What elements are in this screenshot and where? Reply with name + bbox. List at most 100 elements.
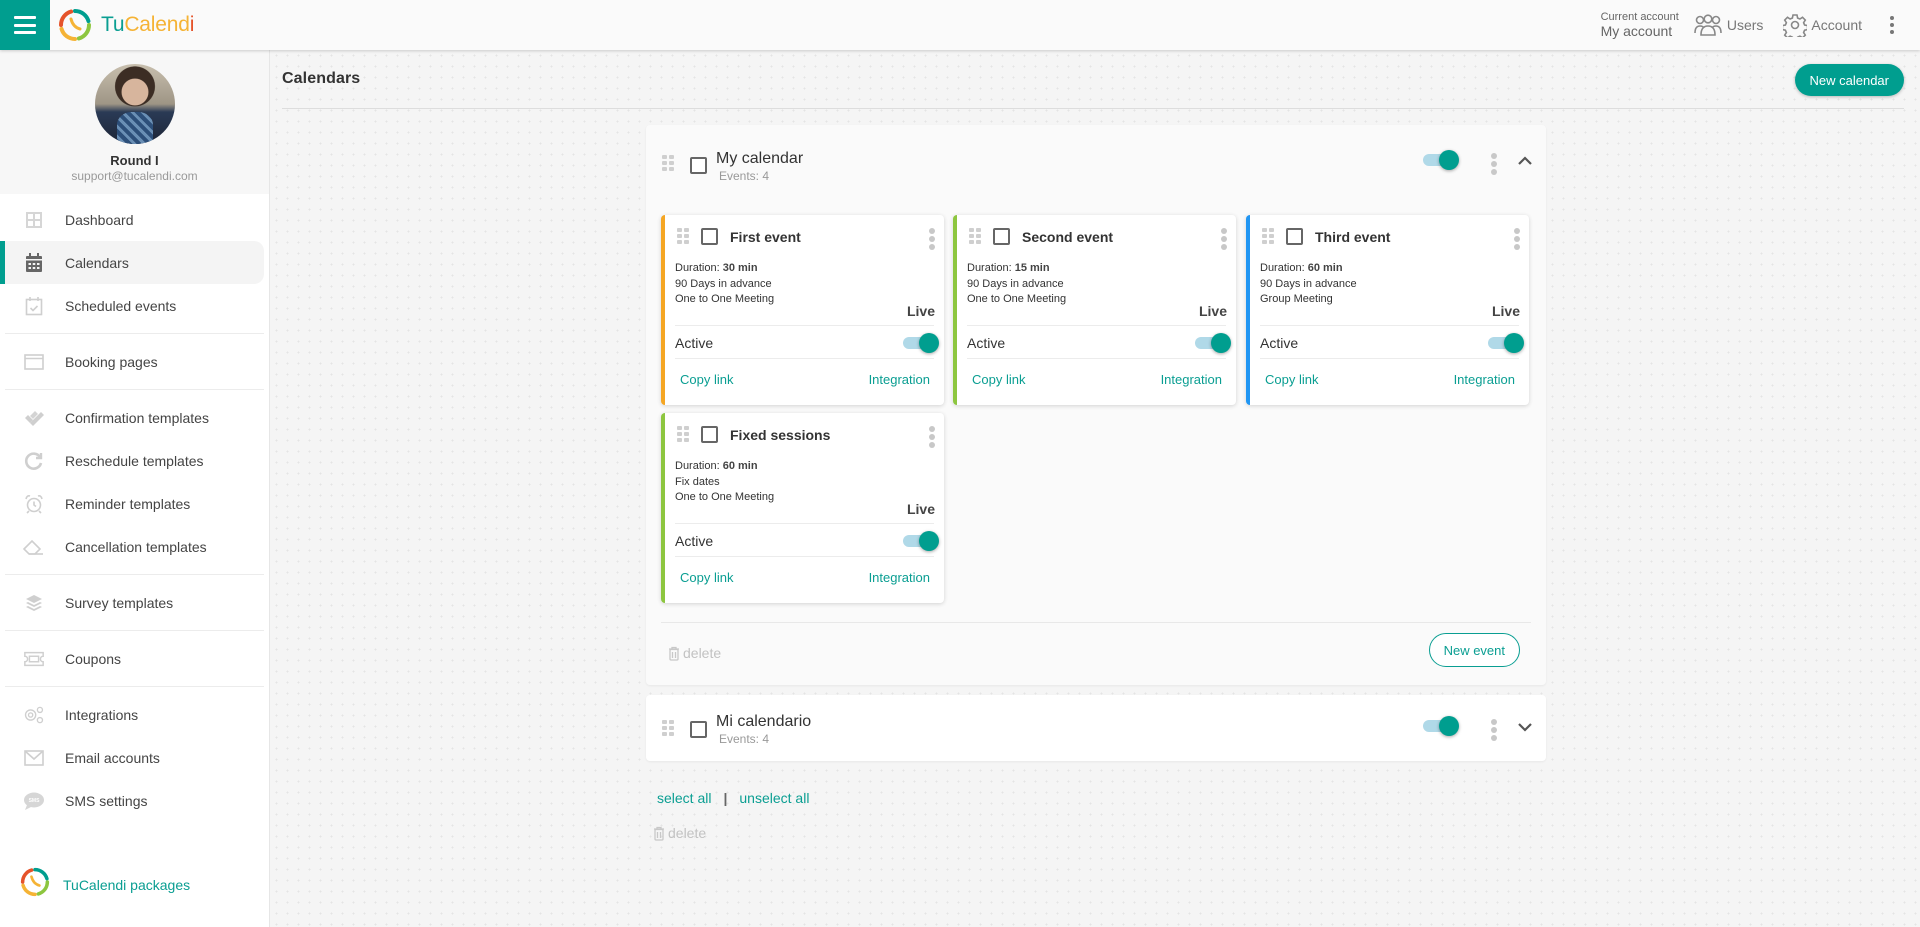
- copy-link-button[interactable]: Copy link: [972, 372, 1025, 387]
- drag-handle-icon[interactable]: [677, 426, 689, 442]
- users-link[interactable]: Users: [1693, 14, 1763, 36]
- avatar[interactable]: [94, 64, 175, 144]
- calendar-panel: Mi calendario Events: 4: [646, 695, 1546, 761]
- divider: [5, 389, 264, 390]
- menu-button[interactable]: [0, 0, 50, 50]
- event-details: Duration: 15 min 90 Days in advance One …: [967, 261, 1066, 308]
- copy-link-button[interactable]: Copy link: [1265, 372, 1318, 387]
- sidebar-item-dashboard[interactable]: Dashboard: [0, 198, 264, 241]
- calendar-events-count: Events: 4: [719, 732, 770, 746]
- bulk-selection-links: select all | unselect all: [657, 790, 809, 806]
- dashboard-icon: [23, 209, 45, 231]
- event-card: Third event Duration: 60 min 90 Days in …: [1246, 215, 1529, 405]
- brand-logo[interactable]: TuCalendi: [58, 8, 194, 42]
- chevron-down-icon[interactable]: [1517, 722, 1533, 732]
- bulk-delete-button[interactable]: delete: [653, 825, 706, 841]
- event-details: Duration: 60 min 90 Days in advance Grou…: [1260, 261, 1357, 308]
- event-options-button[interactable]: [927, 425, 937, 449]
- browser-window-icon: [23, 351, 45, 373]
- event-checkbox[interactable]: [993, 228, 1010, 245]
- sidebar-item-coupons[interactable]: Coupons: [0, 637, 264, 680]
- sidebar-item-label: Confirmation templates: [65, 409, 209, 426]
- sidebar-item-cancellation-templates[interactable]: Cancellation templates: [0, 525, 264, 568]
- current-account-selector[interactable]: Current account My account: [1600, 11, 1679, 39]
- current-account-label: Current account: [1600, 11, 1679, 23]
- drag-handle-icon[interactable]: [969, 228, 981, 244]
- calendar-enabled-toggle[interactable]: [1421, 715, 1459, 737]
- sidebar: Round I support@tucalendi.com Dashboard …: [0, 50, 270, 927]
- sidebar-item-calendars[interactable]: Calendars: [0, 241, 264, 284]
- sidebar-item-label: Booking pages: [65, 353, 158, 370]
- calendar-delete-button[interactable]: delete: [668, 645, 721, 661]
- event-advance: 90 Days in advance: [967, 277, 1064, 290]
- integration-link[interactable]: Integration: [1161, 372, 1222, 387]
- calendar-options-button[interactable]: [1489, 718, 1499, 742]
- calendar-enabled-toggle[interactable]: [1421, 149, 1459, 171]
- event-active-toggle[interactable]: [901, 332, 939, 354]
- integration-link[interactable]: Integration: [869, 372, 930, 387]
- sidebar-item-label: Dashboard: [65, 211, 134, 228]
- drag-handle-icon[interactable]: [1262, 228, 1274, 244]
- event-active-toggle[interactable]: [901, 530, 939, 552]
- sidebar-item-label: Calendars: [65, 254, 129, 271]
- new-calendar-button[interactable]: New calendar: [1794, 64, 1904, 96]
- copy-link-button[interactable]: Copy link: [680, 570, 733, 585]
- event-details: Duration: 30 min 90 Days in advance One …: [675, 261, 774, 308]
- sidebar-item-survey-templates[interactable]: Survey templates: [0, 581, 264, 624]
- tucalendi-packages-link[interactable]: TuCalendi packages: [0, 867, 190, 902]
- sidebar-item-label: Cancellation templates: [65, 538, 207, 555]
- event-checkbox[interactable]: [701, 426, 718, 443]
- sidebar-item-integrations[interactable]: Integrations: [0, 693, 264, 736]
- event-options-button[interactable]: [927, 227, 937, 251]
- packages-label: TuCalendi packages: [63, 876, 191, 893]
- sidebar-item-confirmation-templates[interactable]: Confirmation templates: [0, 396, 264, 439]
- integration-link[interactable]: Integration: [869, 570, 930, 585]
- drag-handle-icon[interactable]: [662, 720, 674, 736]
- event-active-toggle[interactable]: [1193, 332, 1231, 354]
- calendar-checkbox[interactable]: [690, 157, 707, 174]
- event-active-toggle[interactable]: [1486, 332, 1524, 354]
- event-type: One to One Meeting: [675, 293, 775, 305]
- calendar-checkbox[interactable]: [690, 721, 707, 738]
- copy-link-button[interactable]: Copy link: [680, 372, 733, 387]
- sidebar-item-booking-pages[interactable]: Booking pages: [0, 340, 264, 383]
- divider: [1260, 358, 1519, 359]
- event-duration: 60 min: [722, 460, 758, 472]
- sidebar-item-label: Coupons: [65, 650, 122, 667]
- event-duration: 30 min: [722, 262, 758, 274]
- kebab-icon: [1491, 153, 1497, 159]
- ticket-icon: [23, 648, 45, 670]
- unselect-all-link[interactable]: unselect all: [739, 790, 809, 806]
- sidebar-item-sms-settings[interactable]: SMS SMS settings: [0, 779, 264, 822]
- double-check-icon: [23, 407, 45, 429]
- sidebar-item-reminder-templates[interactable]: Reminder templates: [0, 482, 264, 525]
- calendar-options-button[interactable]: [1489, 152, 1499, 176]
- sidebar-nav: Dashboard Calendars Scheduled events Boo…: [0, 198, 269, 822]
- calendar-events-count: Events: 4: [719, 169, 770, 183]
- drag-handle-icon[interactable]: [662, 155, 674, 171]
- event-checkbox[interactable]: [1286, 228, 1303, 245]
- integration-link[interactable]: Integration: [1454, 372, 1515, 387]
- drag-handle-icon[interactable]: [677, 228, 689, 244]
- event-type: Group Meeting: [1260, 293, 1333, 305]
- page-header: Calendars New calendar: [282, 50, 1904, 109]
- event-checkbox[interactable]: [701, 228, 718, 245]
- more-options-button[interactable]: [1882, 15, 1902, 36]
- new-event-button[interactable]: New event: [1428, 633, 1520, 667]
- chevron-up-icon[interactable]: [1517, 156, 1533, 166]
- event-type: One to One Meeting: [967, 293, 1067, 305]
- event-options-button[interactable]: [1219, 227, 1229, 251]
- account-link[interactable]: Account: [1783, 13, 1862, 37]
- kebab-icon: [929, 426, 935, 432]
- sidebar-item-reschedule-templates[interactable]: Reschedule templates: [0, 439, 264, 482]
- sidebar-item-scheduled-events[interactable]: Scheduled events: [0, 284, 264, 327]
- sidebar-item-email-accounts[interactable]: Email accounts: [0, 736, 264, 779]
- calendar-panel: My calendar Events: 4 First event Durati…: [646, 125, 1546, 685]
- event-options-button[interactable]: [1512, 227, 1522, 251]
- event-status: Live: [1491, 303, 1520, 319]
- event-details: Duration: 60 min Fix dates One to One Me…: [675, 459, 774, 506]
- current-account-value: My account: [1600, 23, 1673, 39]
- select-all-link[interactable]: select all: [657, 790, 711, 806]
- event-title: First event: [730, 229, 801, 245]
- event-advance: 90 Days in advance: [1260, 277, 1357, 290]
